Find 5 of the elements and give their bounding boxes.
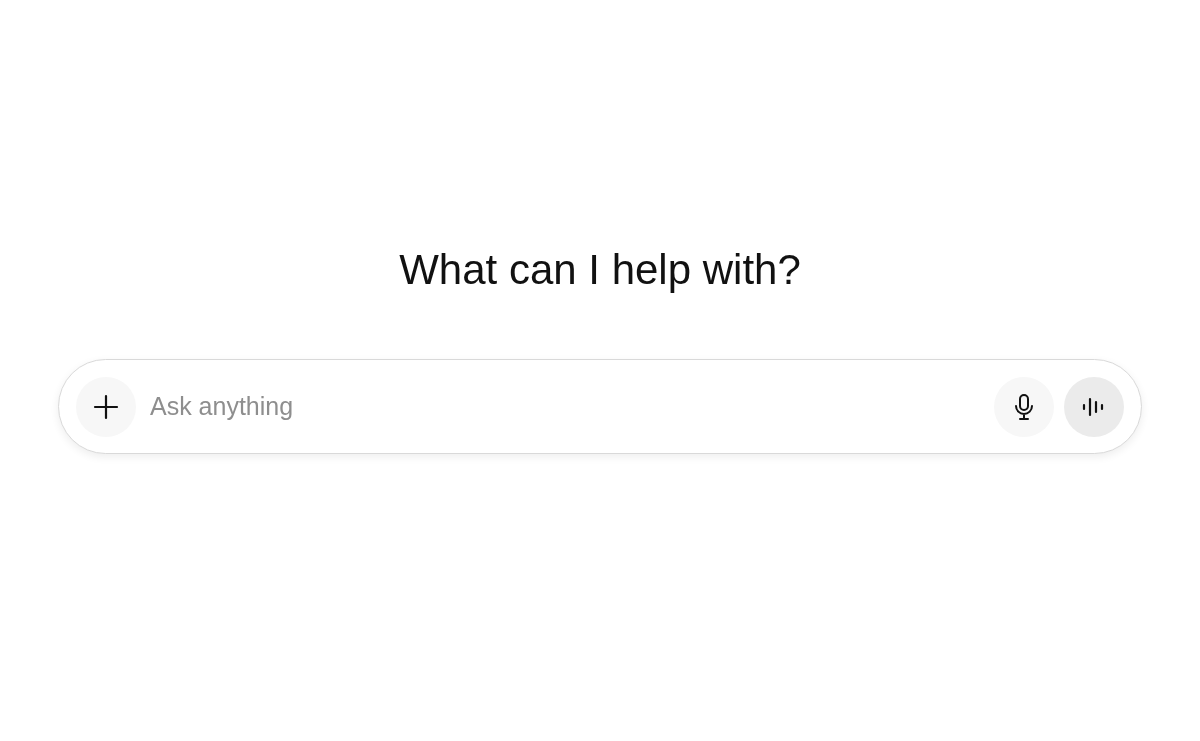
plus-icon — [93, 393, 119, 420]
prompt-field[interactable]: Ask anything — [58, 359, 1142, 454]
prompt-input[interactable]: Ask anything — [148, 385, 982, 428]
microphone-icon — [1012, 392, 1036, 421]
page-heading: What can I help with? — [399, 245, 801, 295]
